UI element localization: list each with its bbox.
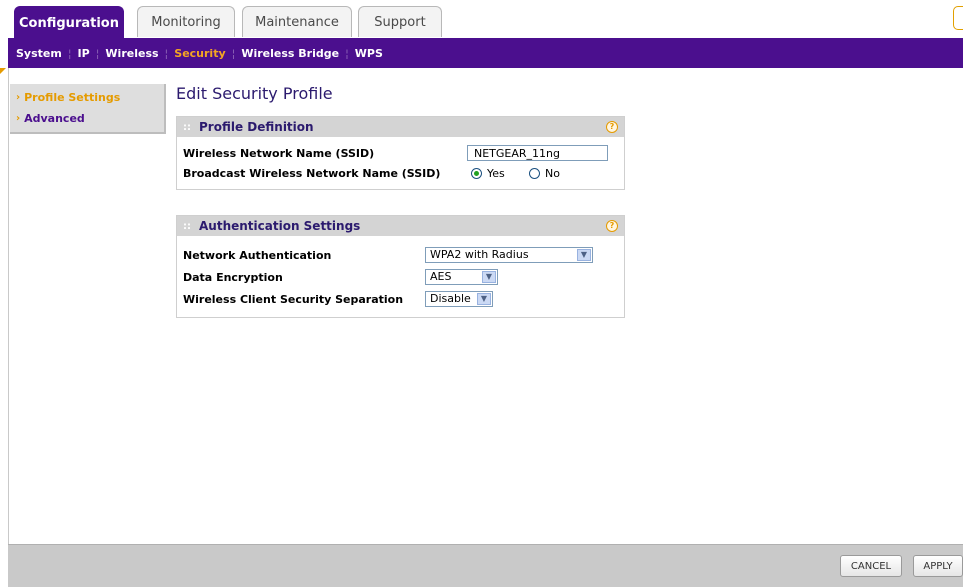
chevron-right-icon: › [16,92,21,103]
left-menu-item-advanced[interactable]: › Advanced [16,112,85,125]
section-title: Profile Definition [199,120,314,134]
radio-unselected-icon [529,168,540,179]
ssid-label: Wireless Network Name (SSID) [183,147,375,160]
profile-definition-section: :: Profile Definition ? Wireless Network… [176,116,625,190]
chevron-down-icon[interactable]: ▼ [577,249,591,261]
tab-support[interactable]: Support [358,6,442,37]
left-menu-label: Advanced [24,112,85,125]
logout-tab-edge[interactable] [953,6,963,30]
tab-maintenance[interactable]: Maintenance [242,6,352,37]
submenu-item-wireless-bridge[interactable]: Wireless Bridge [235,47,345,60]
tab-configuration[interactable]: Configuration [14,6,124,39]
cancel-button[interactable]: CANCEL [840,555,902,577]
select-value: AES [430,270,452,283]
section-header: :: Authentication Settings ? [177,216,624,236]
data-encryption-label: Data Encryption [183,271,283,284]
section-title: Authentication Settings [199,219,361,233]
help-icon[interactable]: ? [606,220,618,232]
footer-bar [8,544,963,587]
tab-monitoring[interactable]: Monitoring [137,6,235,37]
apply-button[interactable]: APPLY [913,555,963,577]
broadcast-yes-radio[interactable]: Yes [471,167,505,180]
radio-label: Yes [487,167,505,180]
select-value: Disable [430,292,471,305]
client-separation-label: Wireless Client Security Separation [183,293,404,306]
corner-accent [0,68,6,74]
left-menu: › Profile Settings › Advanced [10,84,166,134]
submenu-item-system[interactable]: System [10,47,68,60]
authentication-settings-section: :: Authentication Settings ? Network Aut… [176,215,625,318]
chevron-down-icon[interactable]: ▼ [482,271,496,283]
submenu-bar: System ¦ IP ¦ Wireless ¦ Security ¦ Wire… [8,38,963,68]
ssid-input[interactable]: NETGEAR_11ng [467,145,608,161]
chevron-down-icon[interactable]: ▼ [477,293,491,305]
network-authentication-label: Network Authentication [183,249,332,262]
broadcast-no-radio[interactable]: No [529,167,560,180]
frame-border [8,68,9,544]
submenu-item-wireless[interactable]: Wireless [99,47,164,60]
section-header: :: Profile Definition ? [177,117,624,137]
top-tab-bar: Configuration Monitoring Maintenance Sup… [0,0,963,39]
radio-label: No [545,167,560,180]
submenu-item-security[interactable]: Security [168,47,231,60]
left-edge [0,38,8,68]
radio-selected-icon [471,168,482,179]
select-value: WPA2 with Radius [430,248,529,261]
left-menu-label: Profile Settings [24,91,121,104]
grip-icon: :: [183,121,191,133]
submenu-item-ip[interactable]: IP [72,47,96,60]
chevron-right-icon: › [16,113,21,124]
page-title: Edit Security Profile [176,84,333,103]
help-icon[interactable]: ? [606,121,618,133]
left-menu-item-profile-settings[interactable]: › Profile Settings [16,91,120,104]
data-encryption-select[interactable]: AES ▼ [425,269,498,285]
submenu-item-wps[interactable]: WPS [349,47,389,60]
client-separation-select[interactable]: Disable ▼ [425,291,493,307]
broadcast-label: Broadcast Wireless Network Name (SSID) [183,167,441,180]
network-authentication-select[interactable]: WPA2 with Radius ▼ [425,247,593,263]
grip-icon: :: [183,220,191,232]
